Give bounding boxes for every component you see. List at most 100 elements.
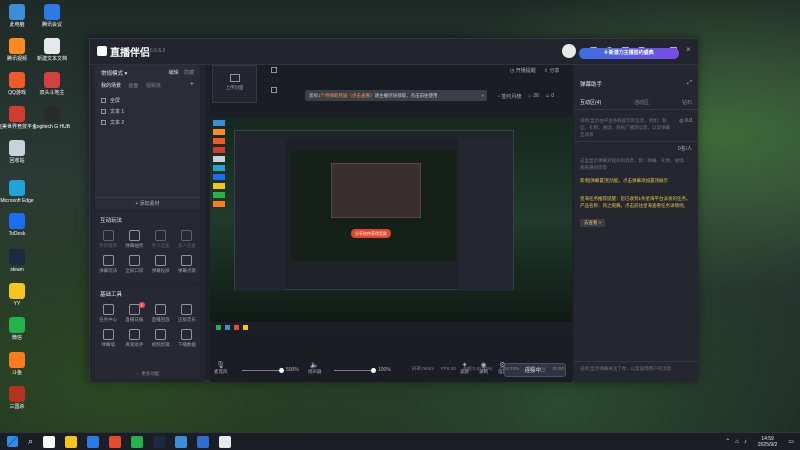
desktop-icon[interactable]: 斗鱼 <box>0 352 39 376</box>
app-version: 6.6.6.2 <box>150 48 166 54</box>
add-scene-icon[interactable]: + <box>190 81 194 88</box>
desktop-icon[interactable]: Logitech G HUB <box>30 106 74 130</box>
desktop-icon[interactable]: ToDesk <box>0 213 39 237</box>
close-icon[interactable]: × <box>686 46 693 54</box>
tab-video-stream[interactable]: 视频流 <box>146 83 161 89</box>
coin-icon: ◎ <box>679 118 684 124</box>
tile-label: 任务中心 <box>99 317 118 322</box>
speaker-slider-knob[interactable] <box>371 368 376 373</box>
desktop-icon[interactable]: 腾讯会议 <box>30 4 74 28</box>
edit-title-icon[interactable] <box>271 67 277 73</box>
tool-tile[interactable]: 直播回放 <box>148 304 174 323</box>
event-banner[interactable]: 4·新潜力主播签约盛典 <box>579 48 679 59</box>
share-button[interactable]: ⇪ 分享 <box>544 67 560 74</box>
tool-icon <box>181 304 193 315</box>
status-item: 内存:51% <box>526 366 546 371</box>
mode-label: 常规模式 <box>101 71 124 77</box>
desktop-icon[interactable]: 新建文本文档 <box>30 38 74 62</box>
open-live-reminder[interactable]: ◷ 开播提醒 <box>510 67 536 74</box>
volume-icon[interactable]: ♪ <box>744 439 747 445</box>
speaker-control[interactable]: 🔈 扬声器 <box>308 361 322 375</box>
interactive-tile[interactable]: 贵宾推荐 <box>95 230 121 249</box>
taskbar-app-icon[interactable] <box>197 435 210 448</box>
search-icon[interactable]: ⌕ <box>28 436 33 447</box>
network-icon[interactable]: ⌂ <box>735 439 739 445</box>
tray-chevron-icon[interactable]: ⌃ <box>725 438 730 445</box>
taskbar-apps <box>38 435 236 448</box>
interactive-tile[interactable]: 弹幕玩法 <box>95 255 121 274</box>
taskbar-app-icon[interactable] <box>109 435 122 448</box>
mode-selector[interactable]: 常规模式 ▾ <box>101 69 127 77</box>
desktop-icon[interactable]: 三国杀 <box>0 386 39 410</box>
share-reward-popup[interactable]: 分享给你获得奖励 <box>351 229 391 238</box>
tool-tile[interactable]: 弹幕墙 <box>95 329 121 348</box>
tab-my-scenes[interactable]: 我的场景 <box>101 83 121 89</box>
taskbar-app-icon[interactable] <box>131 435 144 448</box>
source-item[interactable]: 文本 1 <box>101 106 194 117</box>
tool-icon <box>102 304 114 315</box>
tool-icon <box>155 329 167 340</box>
live-preview[interactable]: 分享给你获得奖励 <box>210 117 572 332</box>
edit-button[interactable]: 编辑 <box>169 70 179 76</box>
view-task-link[interactable]: 去查看 > <box>580 219 606 227</box>
mic-slider[interactable] <box>242 368 284 373</box>
interactive-tile[interactable]: 弹幕投屏 <box>148 255 174 274</box>
person-icon: ☺ <box>544 93 550 99</box>
notice-close-icon[interactable]: × <box>481 90 484 101</box>
desktop-icon[interactable]: 双头斗地主 <box>30 72 74 96</box>
taskbar-app-icon[interactable] <box>43 435 56 448</box>
app-icon <box>9 4 25 20</box>
tool-tile[interactable]: 1 直播日报 <box>121 302 147 323</box>
mic-slider-knob[interactable] <box>279 368 284 373</box>
upload-cover-button[interactable]: 上传封面 <box>212 65 257 103</box>
hide-button[interactable]: 隐藏 <box>184 70 194 76</box>
source-item[interactable]: 文本 2 <box>101 117 194 128</box>
interactive-tile[interactable]: 多人连麦 <box>174 230 200 249</box>
interactive-tile[interactable]: 弹幕点歌 <box>174 255 200 274</box>
tag-icon[interactable] <box>271 87 277 93</box>
source-item[interactable]: 全屏 <box>101 95 194 106</box>
app-icon <box>9 386 25 402</box>
taskbar-app-icon[interactable] <box>175 435 188 448</box>
add-material-button[interactable]: + 添加素材 <box>95 197 200 209</box>
preview-taskbar-icon <box>225 324 230 330</box>
more-functions-link[interactable]: ··· 更多功能 <box>95 371 200 377</box>
speaker-slider[interactable] <box>334 368 376 373</box>
desktop-icon[interactable]: Microsoft Edge <box>0 180 39 204</box>
desktop-icon[interactable]: YY <box>0 283 39 307</box>
tab-activity[interactable]: 活动区 <box>634 99 649 106</box>
taskbar-app-icon[interactable] <box>219 435 232 448</box>
tools-section: 基础工具 任务中心 1 直播日报 直播回放 正版音乐 弹幕墙 真爱助手 视频剪辑 下播数据 ··… <box>95 287 200 379</box>
mic-control[interactable]: 🎙 麦克风 <box>214 361 228 375</box>
tab-diamond[interactable]: 钻石 <box>682 99 692 106</box>
danmu-popout-icon[interactable]: ⤢ <box>687 80 692 87</box>
tool-icon <box>181 329 193 340</box>
tool-tile[interactable]: 正版音乐 <box>174 304 200 323</box>
notice-bar[interactable]: 您有1个待领取奖励（点击查看）请主播尽快领取，点击前往使用 × <box>305 90 487 101</box>
desktop-icon[interactable]: 微信 <box>0 317 39 341</box>
monthly-rank[interactable]: ◔ 签约月榜 <box>497 93 521 100</box>
app-icon <box>9 38 25 54</box>
desktop-icon[interactable]: 回收站 <box>0 140 39 164</box>
notification-icon[interactable]: ▭ <box>788 438 794 445</box>
bottom-divider <box>574 361 698 362</box>
tool-tile[interactable]: 下播数据 <box>174 329 200 348</box>
tool-icon <box>128 329 140 340</box>
interactive-tile[interactable]: 全屏口袋 <box>121 255 147 274</box>
tool-tile[interactable]: 视频剪辑 <box>148 329 174 348</box>
tool-tile[interactable]: 真爱助手 <box>121 329 147 348</box>
tab-interaction[interactable]: 互动区(4) <box>580 99 601 106</box>
taskbar-app-icon[interactable] <box>65 435 78 448</box>
tile-label: 真爱助手 <box>125 342 144 347</box>
tab-picture[interactable]: 画面 <box>128 83 138 89</box>
interactive-grid: 贵宾推荐 弹幕抽奖 单人连麦 多人连麦弹幕玩法 全屏口袋 弹幕投屏 弹幕点歌 <box>95 230 200 274</box>
interactive-tile[interactable]: 单人连麦 <box>148 230 174 249</box>
tool-tile[interactable]: 任务中心 <box>95 304 121 323</box>
desktop-icon[interactable]: steam <box>0 249 39 273</box>
taskbar-app-icon[interactable] <box>153 435 166 448</box>
taskbar-app-icon[interactable] <box>87 435 100 448</box>
clock[interactable]: 14:59 2025/9/2 <box>758 436 777 448</box>
user-avatar[interactable] <box>562 44 576 58</box>
start-menu-icon[interactable] <box>7 436 18 447</box>
interactive-tile[interactable]: 弹幕抽奖 <box>121 230 147 249</box>
